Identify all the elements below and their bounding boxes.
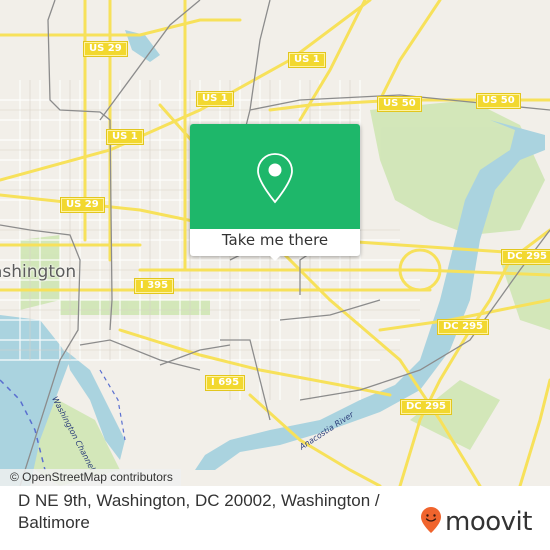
footer: D NE 9th, Washington, DC 20002, Washingt… [0, 486, 550, 550]
moovit-logo[interactable]: moovit [420, 507, 532, 537]
road-shield-us29: US 29 [84, 42, 127, 56]
road-shield-dc295: DC 295 [438, 320, 488, 334]
popup-pointer [266, 252, 284, 261]
road-shield-i695: I 695 [206, 376, 245, 390]
park-mall [60, 300, 210, 315]
moovit-pin-icon [420, 506, 442, 538]
road-shield-us1: US 1 [289, 53, 325, 67]
moovit-wordmark: moovit [445, 507, 532, 537]
road-i395 [138, 268, 550, 277]
address-text: D NE 9th, Washington, DC 20002, Washingt… [18, 491, 380, 532]
city-label-washington: ashington [0, 262, 77, 282]
road-shield-us1: US 1 [107, 130, 143, 144]
road-shield-us29: US 29 [61, 198, 104, 212]
road-shield-dc295: DC 295 [401, 400, 451, 414]
map-attribution[interactable]: © OpenStreetMap contributors [0, 469, 181, 486]
destination-popup: Take me there [190, 124, 360, 261]
road-us29-north [0, 18, 242, 37]
road-shield-dc295: DC 295 [502, 250, 550, 264]
park-anacostia [370, 100, 545, 235]
popup-header [190, 124, 360, 229]
map-view[interactable]: US 29 US 1 US 1 US 1 US 50 US 50 US 29 I… [0, 0, 550, 486]
road-shield-i395: I 395 [135, 279, 174, 293]
road-shield-us50: US 50 [378, 97, 421, 111]
road-shield-us50: US 50 [477, 94, 520, 108]
road-shield-us1: US 1 [197, 92, 233, 106]
